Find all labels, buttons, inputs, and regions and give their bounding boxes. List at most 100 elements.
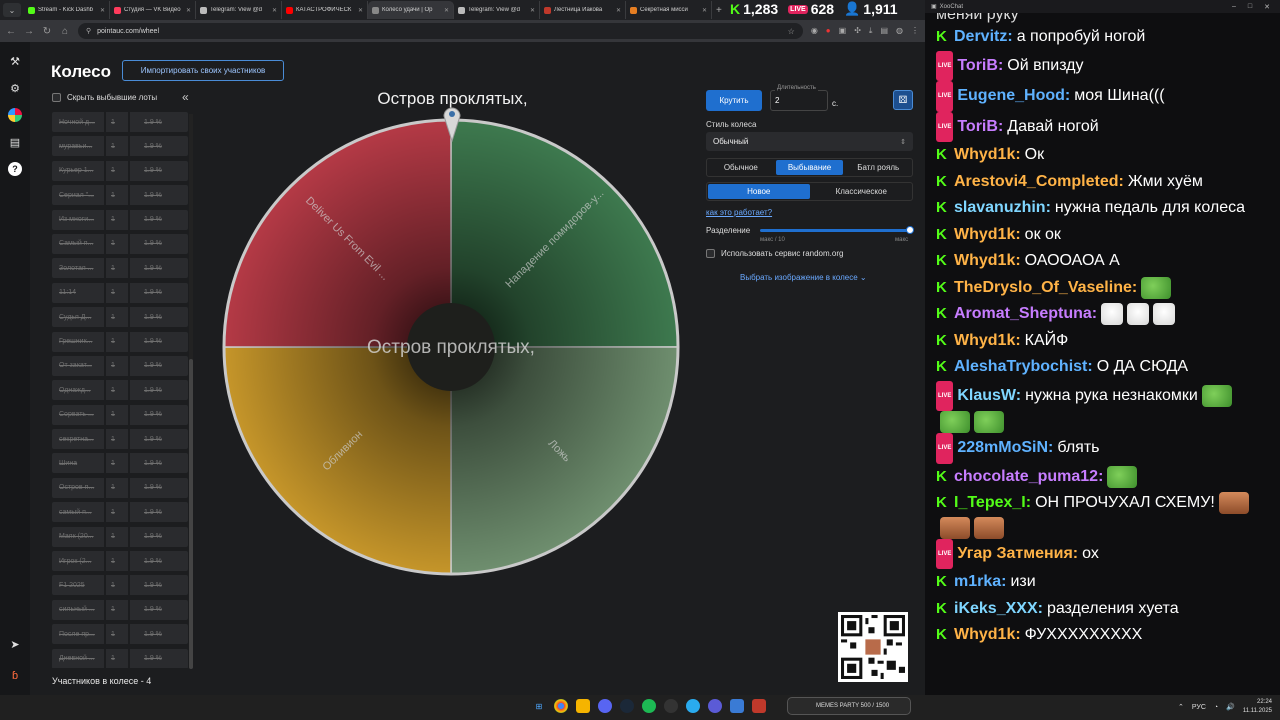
close-icon[interactable]: ✕	[1264, 3, 1270, 11]
lot-row[interactable]: Сорвать ... 1 1.9 %	[52, 404, 188, 425]
obs-icon[interactable]	[664, 699, 678, 713]
close-tab-icon[interactable]: ✕	[530, 7, 535, 14]
file-explorer-icon[interactable]	[576, 699, 590, 713]
lot-row[interactable]: После пр... 1 1.9 %	[52, 624, 188, 645]
close-tab-icon[interactable]: ✕	[444, 7, 449, 14]
new-tab-button[interactable]: +	[712, 5, 726, 16]
auction-icon[interactable]: ⚒	[8, 54, 22, 68]
forward-icon[interactable]: →	[24, 26, 34, 37]
download-icon[interactable]: ⤓	[869, 26, 873, 36]
close-tab-icon[interactable]: ✕	[702, 7, 707, 14]
chat-username[interactable]: Arestovi4_Completed:	[954, 169, 1124, 196]
randomize-button[interactable]: ⚄	[893, 90, 913, 110]
hide-eliminated-checkbox[interactable]	[52, 93, 61, 102]
telegram-icon[interactable]: ➤	[8, 637, 22, 651]
memes-party-widget[interactable]: MEMES PARTY 500 / 1500	[787, 697, 911, 715]
lots-scrollbar[interactable]	[189, 114, 193, 669]
back-icon[interactable]: ←	[6, 26, 16, 37]
close-tab-icon[interactable]: ✕	[100, 7, 105, 14]
volume-icon[interactable]: 🔊	[1226, 703, 1235, 711]
variant-option[interactable]: Новое	[708, 184, 810, 199]
clock[interactable]: 22:24 11.11.2025	[1243, 698, 1272, 716]
chat-username[interactable]: I_Tepex_I:	[954, 490, 1031, 517]
lot-row[interactable]: Игрок (2... 1 1.9 %	[52, 551, 188, 572]
chat-username[interactable]: Whyd1k:	[954, 222, 1021, 249]
chat-username[interactable]: ToriB:	[957, 114, 1003, 141]
bookmark-star-icon[interactable]: ☆	[788, 27, 795, 36]
variant-option[interactable]: Классическое	[811, 183, 913, 200]
wheel-style-select[interactable]: Обычный ⇕	[706, 132, 913, 151]
minimize-icon[interactable]: –	[1232, 3, 1236, 11]
browser-tab[interactable]: Telegram: View @d ✕	[454, 1, 540, 19]
chat-username[interactable]: KlausW:	[957, 383, 1021, 410]
lot-row[interactable]: 11:14 1 1.9 %	[52, 282, 188, 303]
random-org-toggle[interactable]: Использовать сервис random.org	[706, 249, 843, 258]
lot-row[interactable]: самый п... 1 1.9 %	[52, 502, 188, 523]
gear-icon[interactable]: ⚙	[8, 81, 22, 95]
wheel-icon[interactable]	[8, 108, 22, 122]
media-player-icon[interactable]	[708, 699, 722, 713]
extension-icon[interactable]: ●	[826, 26, 831, 36]
sidebar-icon[interactable]: ▤	[880, 26, 888, 36]
wheel[interactable]: Нападение помидоров-у...ЛожьОбливионDeli…	[221, 117, 681, 577]
browser-tab[interactable]: Лестница Иакова ✕	[540, 1, 626, 19]
reload-icon[interactable]: ↻	[42, 26, 52, 37]
chat-username[interactable]: Eugene_Hood:	[957, 83, 1070, 110]
close-tab-icon[interactable]: ✕	[616, 7, 621, 14]
chat-username[interactable]: Aromat_Sheptuna:	[954, 301, 1097, 328]
extension-icon[interactable]: ◉	[811, 26, 818, 36]
import-participants-button[interactable]: Импортировать своих участников	[122, 60, 284, 81]
browser-tab[interactable]: Секретная мисси ✕	[626, 1, 712, 19]
url-input[interactable]: ⚲ pointauc.com/wheel ☆	[78, 23, 803, 39]
random-org-checkbox[interactable]	[706, 249, 715, 258]
chat-username[interactable]: chocolate_puma12:	[954, 464, 1103, 491]
app-icon[interactable]	[730, 699, 744, 713]
lot-row[interactable]: Самый п... 1 1.9 %	[52, 233, 188, 254]
close-tab-icon[interactable]: ✕	[186, 7, 191, 14]
chat-username[interactable]: 228mMoSiN:	[957, 435, 1053, 462]
collapse-panel-icon[interactable]: «	[182, 90, 189, 104]
chat-username[interactable]: m1rka:	[954, 569, 1006, 596]
clipboard-icon[interactable]: ▤	[8, 135, 22, 149]
profile-icon[interactable]: ◍	[896, 26, 903, 36]
lot-row[interactable]: От закат... 1 1.9 %	[52, 355, 188, 376]
chat-username[interactable]: Whyd1k:	[954, 328, 1021, 355]
spotify-icon[interactable]	[642, 699, 656, 713]
lot-row[interactable]: Курьер 1... 1 1.9 %	[52, 160, 188, 181]
lot-row[interactable]: Грешник... 1 1.9 %	[52, 331, 188, 352]
browser-tab[interactable]: КАТАСТРОФИЧЕСК ✕	[282, 1, 368, 19]
scrollbar-thumb[interactable]	[189, 359, 193, 669]
windows-start-icon[interactable]: ⊞	[532, 699, 546, 713]
chat-username[interactable]: Угар Затмения:	[957, 541, 1078, 568]
menu-icon[interactable]: ⋮	[911, 26, 919, 36]
lot-row[interactable]: сильный ... 1 1.9 %	[52, 599, 188, 620]
chat-username[interactable]: AleshaTrybochist:	[954, 354, 1093, 381]
hide-eliminated-toggle[interactable]: Скрыть выбывшие лоты	[52, 93, 157, 102]
chat-username[interactable]: Whyd1k:	[954, 622, 1021, 649]
puzzle-icon[interactable]: ✣	[854, 26, 861, 36]
chat-username[interactable]: TheDryslo_Of_Vaseline:	[954, 275, 1137, 302]
chat-username[interactable]: Whyd1k:	[954, 248, 1021, 275]
chat-username[interactable]: Whyd1k:	[954, 142, 1021, 169]
telegram-app-icon[interactable]	[686, 699, 700, 713]
how-it-works-link[interactable]: как это работает?	[706, 208, 772, 217]
lot-row[interactable]: Ночной д... 1 1.9 %	[52, 112, 188, 132]
app-icon[interactable]	[752, 699, 766, 713]
browser-tab[interactable]: Telegram: View @d ✕	[196, 1, 282, 19]
spin-button[interactable]: Крутить	[706, 90, 762, 111]
lot-row[interactable]: Золотая ... 1 1.9 %	[52, 258, 188, 279]
site-info-icon[interactable]: ⚲	[86, 27, 91, 35]
browser-tab[interactable]: Студия — VK Видео ✕	[110, 1, 196, 19]
home-icon[interactable]: ⌂	[60, 26, 70, 37]
lot-row[interactable]: Маяк (20... 1 1.9 %	[52, 526, 188, 547]
lot-row[interactable]: Остров п... 1 1.9 %	[52, 477, 188, 498]
chat-username[interactable]: iKeks_XXX:	[954, 596, 1043, 623]
lot-row[interactable]: Однажд... 1 1.9 %	[52, 380, 188, 401]
chat-username[interactable]: ToriB:	[957, 53, 1003, 80]
chat-username[interactable]: slavanuzhin:	[954, 195, 1051, 222]
mode-option[interactable]: Выбывание	[775, 160, 844, 175]
lot-row[interactable]: Дневной ... 1 1.9 %	[52, 648, 188, 668]
close-tab-icon[interactable]: ✕	[358, 7, 363, 14]
lot-row[interactable]: Сериал "... 1 1.9 %	[52, 185, 188, 206]
tab-search-button[interactable]: ⌄	[3, 3, 21, 17]
